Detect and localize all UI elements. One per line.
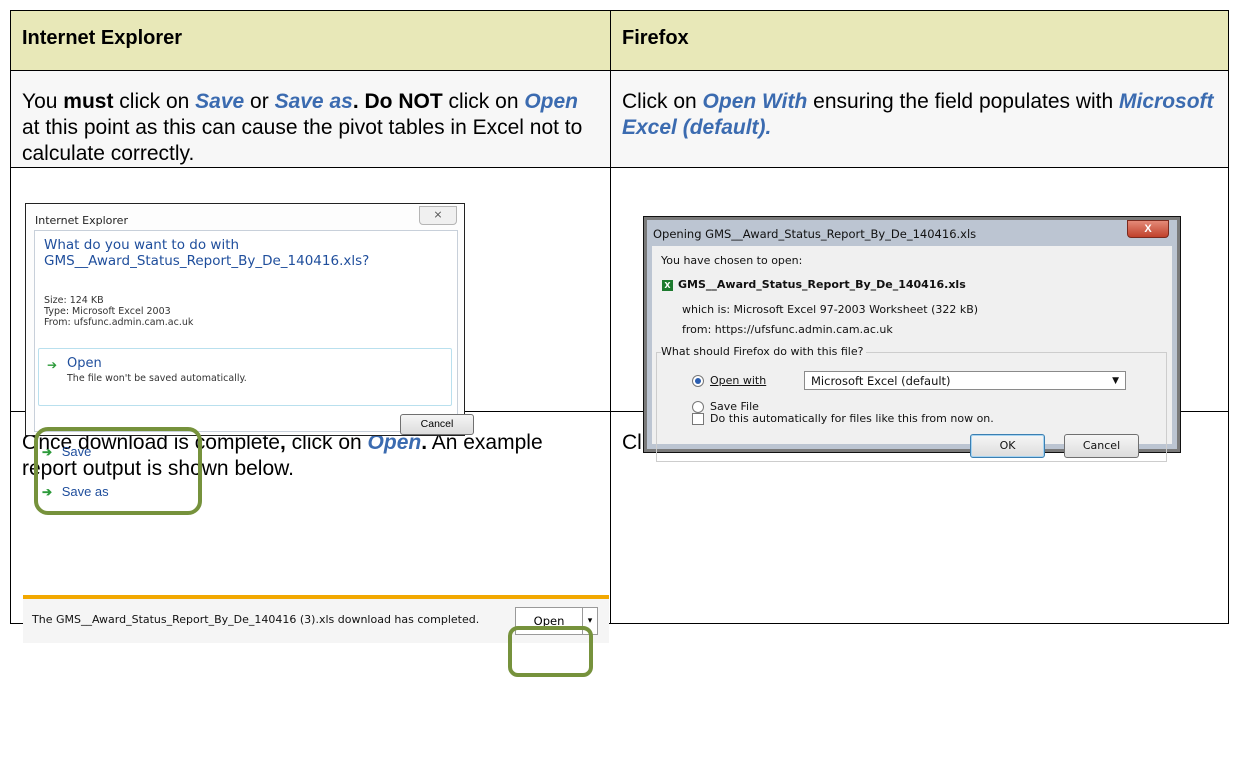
firefox-download-dialog: Opening GMS__Award_Status_Report_By_De_1… <box>643 216 1181 462</box>
firefox-filename: X GMS__Award_Status_Report_By_De_140416.x… <box>662 278 966 291</box>
ie-cancel-button[interactable]: Cancel <box>400 414 474 435</box>
ie-open-option[interactable]: ➔ Open The file won't be saved automatic… <box>38 348 452 406</box>
firefox-ok-button[interactable]: OK <box>970 434 1045 458</box>
ie-download-dialog: Internet Explorer ⨯ What do you want to … <box>25 203 465 436</box>
firefox-cancel-button[interactable]: Cancel <box>1064 434 1139 458</box>
checkbox-icon <box>692 413 704 425</box>
firefox-instruction-cell: Click on Open With ensuring the field po… <box>610 70 1229 168</box>
firefox-dialog-body: You have chosen to open: X GMS__Award_Sta… <box>652 246 1172 462</box>
close-icon[interactable]: ⨯ <box>419 206 457 225</box>
firefox-file-type: which is: Microsoft Excel 97-2003 Worksh… <box>682 303 979 316</box>
firefox-open-with-radio[interactable]: Open with <box>692 374 766 387</box>
ie-file-info: Size: 124 KB Type: Microsoft Excel 2003 … <box>44 295 194 328</box>
ie-instruction-cell: You must click on Save or Save as. Do NO… <box>10 70 611 168</box>
excel-file-icon: X <box>662 280 673 291</box>
firefox-dialog-title: Opening GMS__Award_Status_Report_By_De_1… <box>653 227 977 241</box>
highlight-open-button <box>508 626 593 677</box>
close-icon[interactable]: X <box>1127 220 1169 238</box>
highlight-save-options <box>34 427 202 515</box>
ie-dialog-frame: Internet Explorer ⨯ What do you want to … <box>27 205 463 434</box>
ie-question: What do you want to do with GMS__Award_S… <box>44 237 370 269</box>
header-internet-explorer: Internet Explorer <box>10 10 611 71</box>
firefox-instruction-text: Click on Open With ensuring the field po… <box>622 90 1214 139</box>
firefox-question: What should Firefox do with this file? <box>661 345 867 358</box>
firefox-chosen-label: You have chosen to open: <box>661 254 803 267</box>
ie-dialog-body: What do you want to do with GMS__Award_S… <box>34 230 458 432</box>
download-complete-message: The GMS__Award_Status_Report_By_De_14041… <box>32 613 480 626</box>
header-firefox: Firefox <box>610 10 1229 71</box>
arrow-right-icon: ➔ <box>47 358 58 372</box>
firefox-application-select[interactable]: Microsoft Excel (default) ▼ <box>804 371 1126 390</box>
ie-dialog-title: Internet Explorer <box>35 214 128 227</box>
radio-selected-icon <box>692 375 704 387</box>
firefox-auto-checkbox[interactable]: Do this automatically for files like thi… <box>692 412 994 425</box>
ie-open-label: Open <box>67 356 102 371</box>
firefox-dialog-frame: Opening GMS__Award_Status_Report_By_De_1… <box>647 220 1177 462</box>
firefox-file-source: from: https://ufsfunc.admin.cam.ac.uk <box>682 323 893 336</box>
ie-open-sublabel: The file won't be saved automatically. <box>67 373 247 384</box>
ie-instruction-text: You must click on Save or Save as. Do NO… <box>22 90 583 165</box>
chevron-down-icon: ▼ <box>1112 376 1119 386</box>
